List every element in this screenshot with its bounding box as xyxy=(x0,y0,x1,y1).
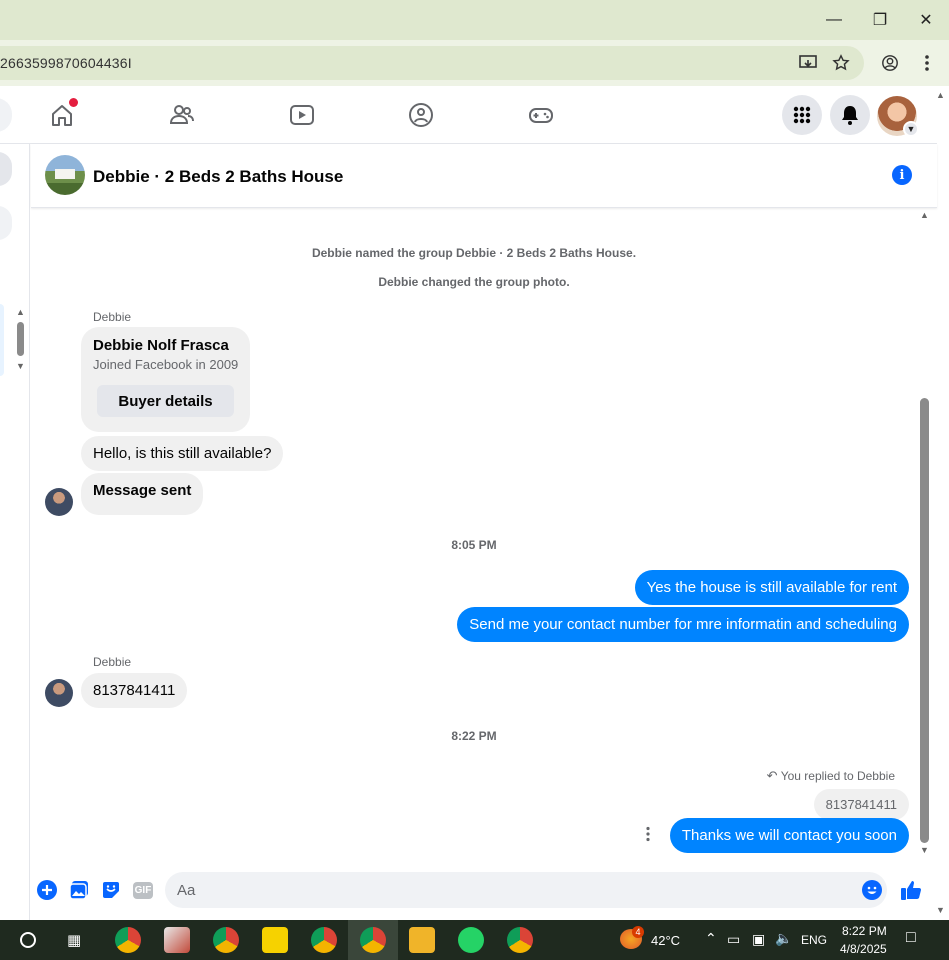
task-view-icon[interactable]: ▦ xyxy=(67,931,85,949)
paint-app-icon[interactable] xyxy=(164,927,190,953)
gaming-icon[interactable] xyxy=(526,100,556,130)
url-text: 2663599870604436I xyxy=(0,55,132,71)
file-explorer-icon[interactable] xyxy=(409,927,435,953)
outgoing-message[interactable]: Yes the house is still available for ren… xyxy=(634,570,909,605)
chrome-icon[interactable] xyxy=(115,927,141,953)
profile-card-subtitle: Joined Facebook in 2009 xyxy=(93,357,239,372)
scroll-down-arrow-icon[interactable]: ▼ xyxy=(920,845,929,855)
chrome-profile-icon[interactable] xyxy=(507,927,533,953)
url-field[interactable]: 2663599870604436I xyxy=(0,46,864,80)
sender-name: Debbie xyxy=(93,310,132,324)
chevron-up-icon[interactable]: ⌃ xyxy=(705,930,717,947)
chat-scrollbar-thumb[interactable] xyxy=(920,398,929,843)
language-indicator[interactable]: ENG xyxy=(801,933,827,947)
scroll-up-arrow-icon[interactable]: ▲ xyxy=(920,210,929,220)
photo-icon[interactable] xyxy=(68,879,90,901)
incoming-message[interactable]: 8137841411 xyxy=(81,673,188,708)
system-message: Debbie changed the group photo. xyxy=(378,275,570,289)
search-circle-icon[interactable] xyxy=(20,932,36,948)
page-scroll-down-arrow-icon[interactable]: ▼ xyxy=(936,905,945,915)
volume-icon[interactable]: 🔈 xyxy=(775,930,792,947)
groups-icon[interactable] xyxy=(406,100,436,130)
friends-icon[interactable] xyxy=(167,100,197,130)
clock-date[interactable]: 4/8/2025 xyxy=(840,942,887,956)
scroll-down-arrow-icon[interactable]: ▼ xyxy=(16,361,25,371)
chrome-profile-icon[interactable] xyxy=(213,927,239,953)
gif-icon[interactable]: GIF xyxy=(132,879,154,901)
home-icon[interactable] xyxy=(47,98,78,130)
left-sidebar-partial xyxy=(0,144,30,920)
incoming-message[interactable]: Hello, is this still available? xyxy=(81,436,284,471)
more-vert-icon[interactable] xyxy=(916,52,938,74)
chevron-down-icon[interactable]: ▼ xyxy=(903,121,919,137)
timestamp: 8:05 PM xyxy=(451,538,497,552)
sidebar-search-partial[interactable] xyxy=(0,206,12,240)
like-thumb-icon[interactable] xyxy=(900,879,922,901)
weather-badge: 4 xyxy=(632,926,644,938)
incoming-message[interactable]: Message sent xyxy=(81,473,204,515)
minimize-icon[interactable]: — xyxy=(822,8,846,32)
sender-avatar[interactable] xyxy=(45,679,73,707)
temperature[interactable]: 42°C xyxy=(651,933,680,948)
page-scroll-up-arrow-icon[interactable]: ▲ xyxy=(936,90,945,100)
menu-grid-icon[interactable] xyxy=(782,95,822,135)
notification-center-icon[interactable]: □ xyxy=(906,929,916,947)
reply-quote[interactable]: 8137841411 xyxy=(813,789,909,820)
message-composer: GIF xyxy=(31,862,937,920)
emoji-icon[interactable] xyxy=(861,879,883,901)
restore-icon[interactable]: ❐ xyxy=(868,8,892,32)
sticky-notes-icon[interactable] xyxy=(262,927,288,953)
chrome-active-icon[interactable] xyxy=(360,927,386,953)
left-scrollbar-thumb[interactable] xyxy=(17,322,24,356)
install-app-icon[interactable] xyxy=(797,52,819,74)
profile-card-name: Debbie Nolf Frasca xyxy=(93,337,229,354)
outgoing-message[interactable]: Thanks we will contact you soon xyxy=(669,818,909,853)
reply-arrow-icon: ↶ xyxy=(766,768,778,783)
clock-time[interactable]: 8:22 PM xyxy=(842,924,887,938)
message-input[interactable] xyxy=(165,872,887,908)
new-message-icon[interactable] xyxy=(0,152,12,186)
chat-header: Debbie · 2 Beds 2 Baths House i xyxy=(31,144,937,208)
timestamp: 8:22 PM xyxy=(451,729,497,743)
outgoing-message[interactable]: Send me your contact number for mre info… xyxy=(457,607,909,642)
reply-note-text: You replied to Debbie xyxy=(780,769,895,783)
gif-label: GIF xyxy=(132,881,154,899)
watch-icon[interactable] xyxy=(287,100,317,130)
info-icon[interactable]: i xyxy=(892,165,912,185)
network-icon[interactable]: ▭ xyxy=(727,931,740,948)
facebook-navbar xyxy=(0,86,937,144)
browser-titlebar: — ❐ ✕ xyxy=(0,0,949,40)
sticker-icon[interactable] xyxy=(100,879,122,901)
sender-avatar[interactable] xyxy=(45,488,73,516)
chrome-profile-icon[interactable] xyxy=(311,927,337,953)
add-circle-icon[interactable] xyxy=(36,879,58,901)
bookmark-star-icon[interactable] xyxy=(830,52,852,74)
buyer-details-button[interactable]: Buyer details xyxy=(97,385,234,417)
whatsapp-icon[interactable] xyxy=(458,927,484,953)
active-chat-highlight[interactable] xyxy=(0,304,4,376)
chat-title[interactable]: Debbie · 2 Beds 2 Baths House xyxy=(93,167,343,187)
message-options-icon[interactable] xyxy=(645,826,653,842)
notification-dot xyxy=(69,98,78,107)
group-photo[interactable] xyxy=(45,155,85,195)
scroll-up-arrow-icon[interactable]: ▲ xyxy=(16,307,25,317)
reply-note: ↶ You replied to Debbie xyxy=(767,768,895,784)
profile-card: Debbie Nolf Frasca Joined Facebook in 20… xyxy=(81,327,250,432)
close-icon[interactable]: ✕ xyxy=(914,8,938,32)
sender-name: Debbie xyxy=(93,655,132,669)
system-message: Debbie named the group Debbie · 2 Beds 2… xyxy=(311,246,637,260)
camera-icon[interactable]: ▣ xyxy=(752,931,765,948)
notifications-bell-icon[interactable] xyxy=(830,95,870,135)
search-field-partial[interactable] xyxy=(0,98,12,132)
profile-icon[interactable] xyxy=(879,52,901,74)
